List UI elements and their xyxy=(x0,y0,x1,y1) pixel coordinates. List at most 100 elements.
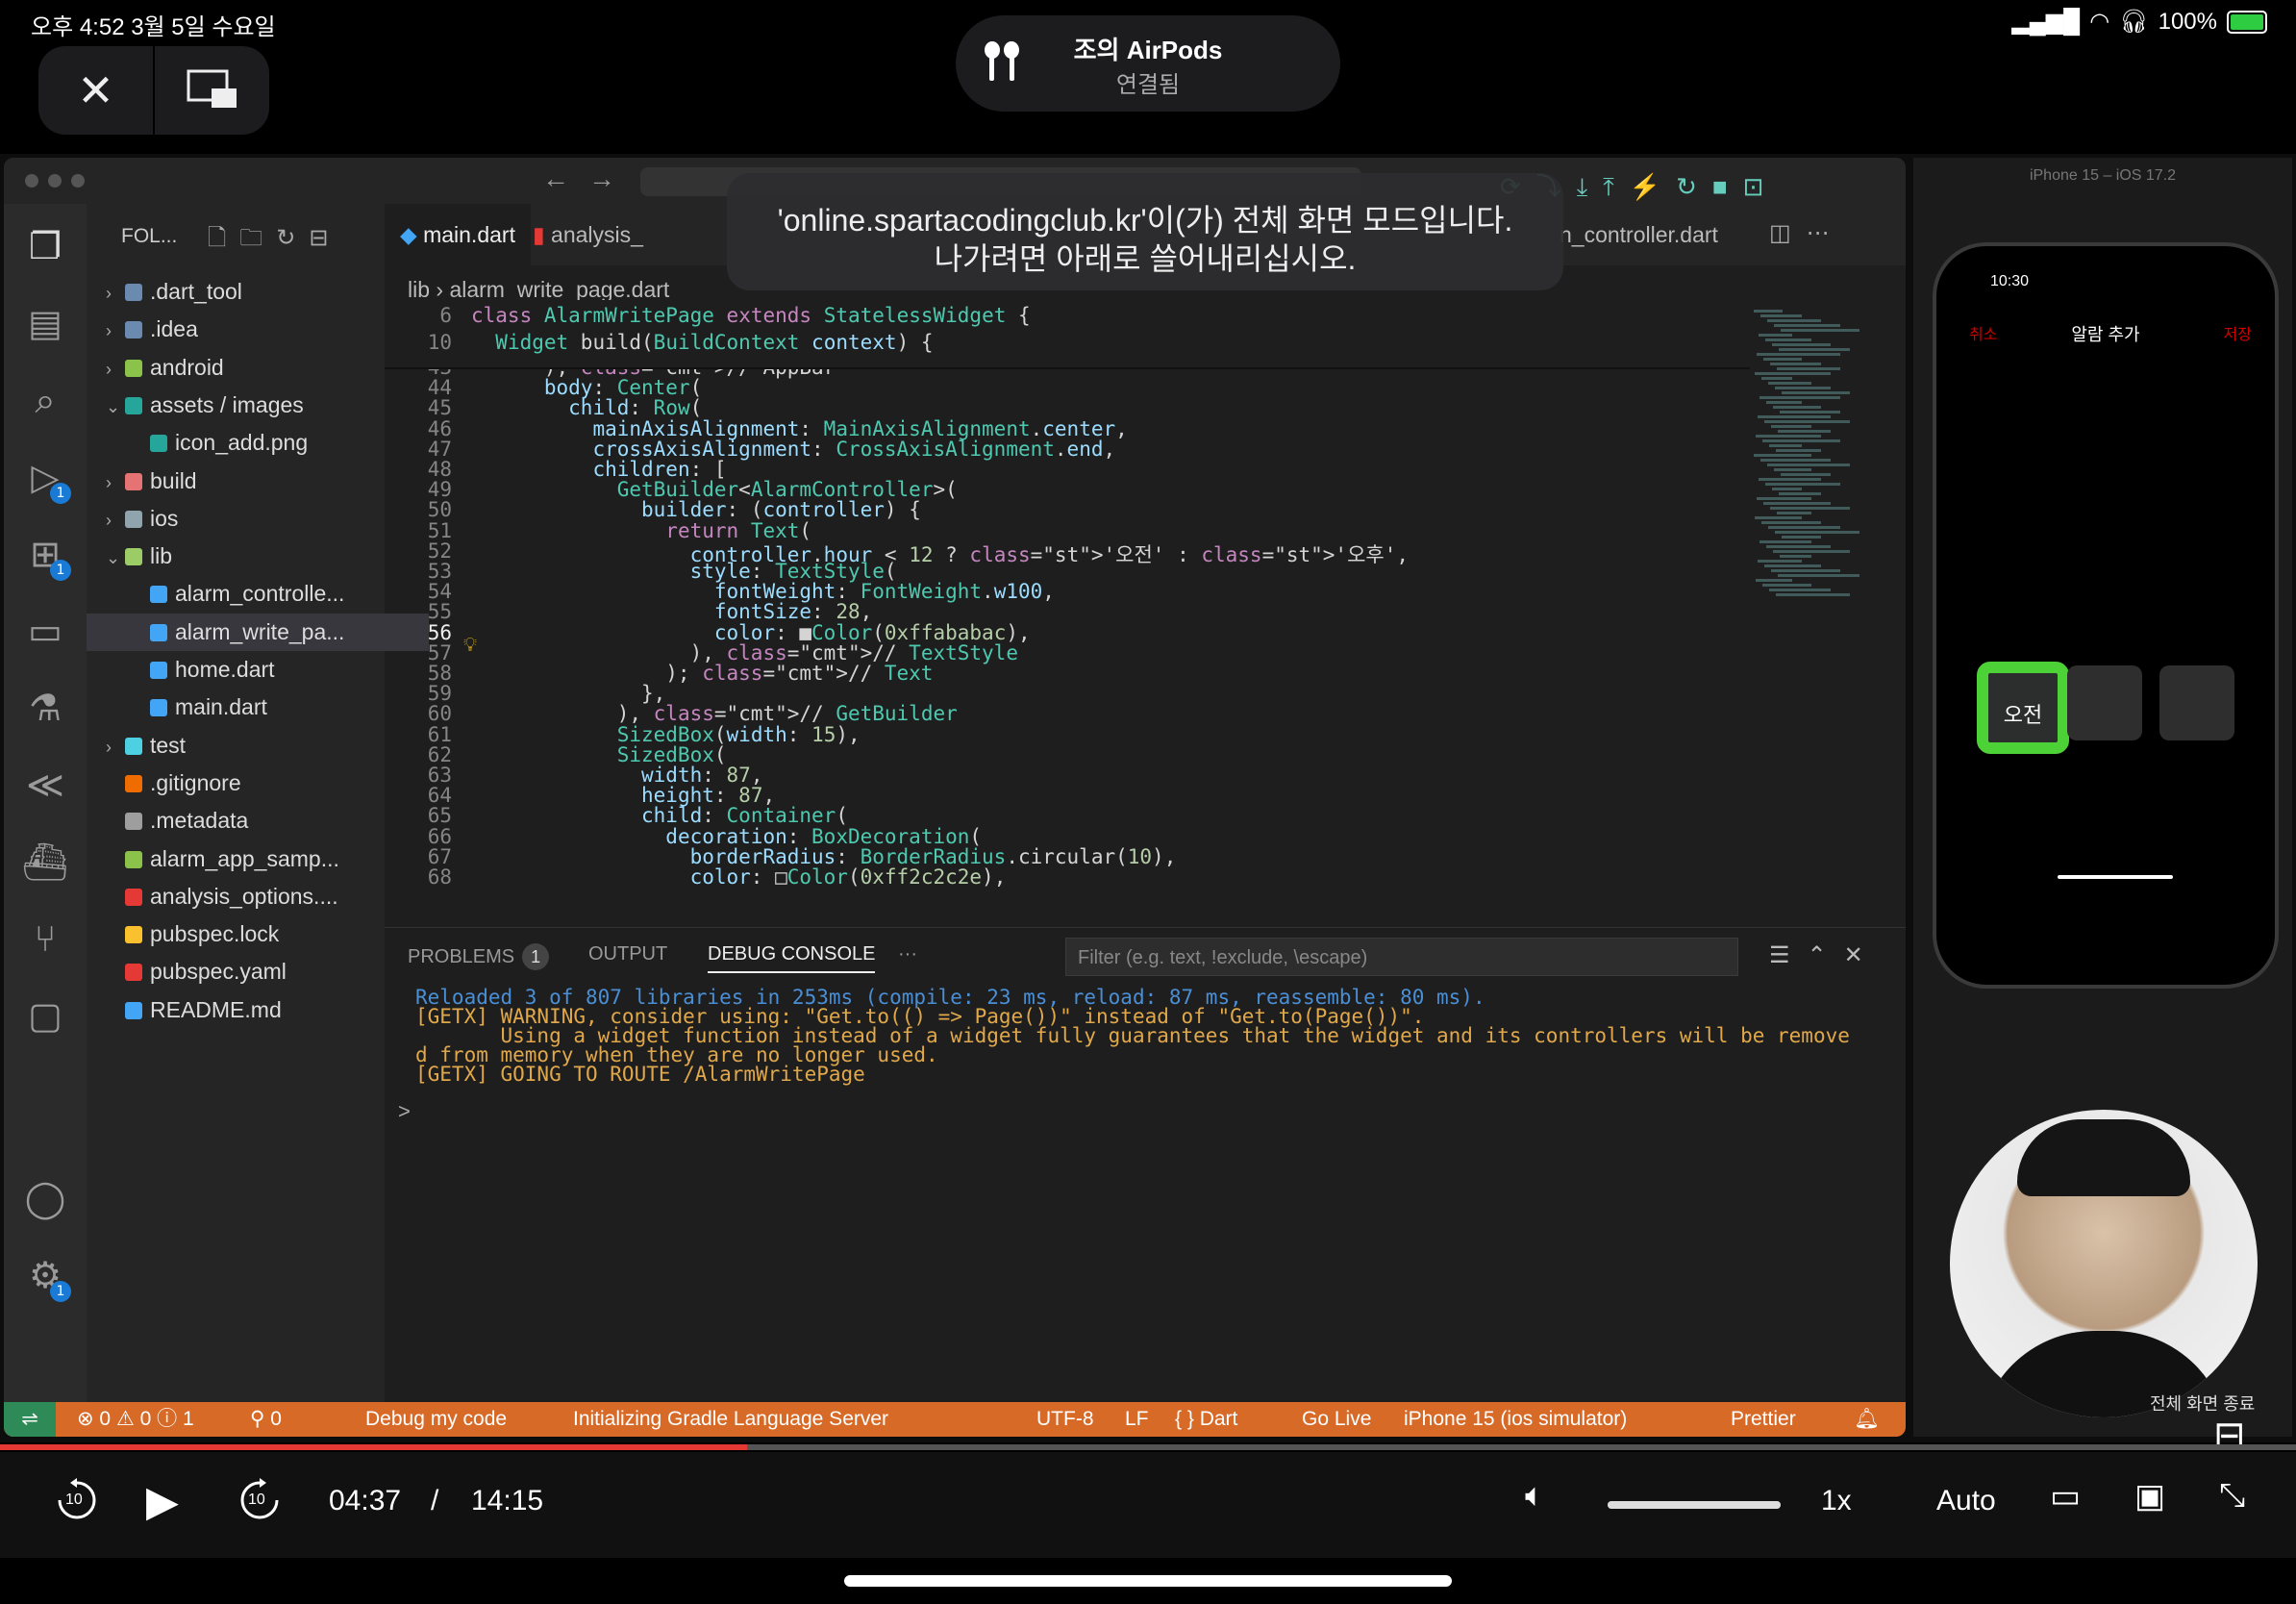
eol-status[interactable]: LF xyxy=(1125,1402,1149,1437)
volume-slider[interactable] xyxy=(1608,1501,1781,1509)
book-icon[interactable]: ▤ xyxy=(21,300,69,348)
notifications-icon[interactable]: 🔔︎ xyxy=(1854,1402,1880,1437)
tree-file[interactable]: icon_add.png xyxy=(87,424,429,462)
tree-folder[interactable]: ⌄ assets / images xyxy=(87,387,404,424)
tree-folder[interactable]: › .idea xyxy=(87,311,404,348)
theater-mode-icon[interactable]: ▣ xyxy=(2134,1477,2165,1516)
tree-file[interactable]: pubspec.lock xyxy=(87,915,404,953)
rewind-10-button[interactable]: 10 xyxy=(54,1477,100,1532)
testing-icon[interactable]: ⚗ xyxy=(21,685,69,733)
save-button[interactable]: 저장 xyxy=(2224,321,2252,344)
account-icon[interactable]: ◯ xyxy=(21,1175,69,1223)
minimap-line xyxy=(1768,526,1840,529)
tree-folder[interactable]: › .dart_tool xyxy=(87,273,404,311)
explorer-icon[interactable]: ❐ xyxy=(21,223,69,271)
tree-file[interactable]: alarm_app_samp... xyxy=(87,840,404,878)
time-separator: / xyxy=(431,1485,439,1516)
console-prompt[interactable]: > xyxy=(398,1099,411,1124)
panel-controls[interactable]: ☰⌃✕ xyxy=(1769,941,1881,969)
editor-actions[interactable]: ◫⋯ xyxy=(1769,219,1845,247)
quality-button[interactable]: Auto xyxy=(1936,1485,1996,1517)
golive-status[interactable]: Go Live xyxy=(1302,1402,1371,1437)
code-editor[interactable]: 43 ), class="cmt">// AppBar44 body: Cent… xyxy=(385,300,1906,915)
tree-file[interactable]: pubspec.yaml xyxy=(87,953,404,990)
task-status: Initializing Gradle Language Server xyxy=(573,1408,889,1430)
tree-folder[interactable]: › build xyxy=(87,463,404,500)
minimap-line xyxy=(1774,468,1811,471)
play-button[interactable]: ▶ xyxy=(146,1477,179,1526)
flutter-icon[interactable]: ≪ xyxy=(21,762,69,810)
minimap-line xyxy=(1771,569,1840,572)
tree-label: .metadata xyxy=(150,808,249,834)
tree-folder[interactable]: › ios xyxy=(87,500,404,538)
tree-file[interactable]: .gitignore xyxy=(87,764,404,802)
tab-main-dart[interactable]: ◆ main.dart xyxy=(385,204,531,265)
tree-file[interactable]: alarm_write_pa... xyxy=(87,613,429,651)
tree-folder[interactable]: › test xyxy=(87,727,404,764)
device-status[interactable]: iPhone 15 (ios simulator) xyxy=(1404,1402,1627,1437)
folder-icon xyxy=(125,359,142,377)
speed-button[interactable]: 1x xyxy=(1821,1485,1852,1517)
tree-label: build xyxy=(150,467,197,493)
encoding-status[interactable]: UTF-8 xyxy=(1036,1402,1094,1437)
debug-status[interactable]: Debug my code xyxy=(365,1402,507,1437)
minute-box[interactable] xyxy=(2159,665,2234,740)
minimap-line xyxy=(1769,444,1802,447)
tab-alarm-controller[interactable]: n_controller.dart xyxy=(1544,204,1734,265)
tree-file[interactable]: analysis_options.... xyxy=(87,878,404,915)
ampm-selector[interactable]: 오전 xyxy=(1977,662,2069,754)
forward-10-button[interactable]: 10 xyxy=(237,1477,283,1532)
sticky-code-line: Widget build(BuildContext context) { xyxy=(495,331,934,354)
settings-gear-icon[interactable]: ⚙ 1 xyxy=(21,1252,71,1302)
ports-status[interactable]: ⚲ 0 xyxy=(250,1402,282,1437)
run-debug-icon[interactable]: ▷ 1 xyxy=(21,454,71,504)
console-filter-input[interactable]: Filter (e.g. text, !exclude, \escape) xyxy=(1065,938,1738,976)
window-controls[interactable] xyxy=(25,174,94,192)
prettier-status[interactable]: Prettier xyxy=(1731,1402,1796,1437)
file-icon xyxy=(125,964,142,982)
hour-box[interactable] xyxy=(2067,665,2142,740)
minimap-line xyxy=(1768,382,1811,385)
video-frame[interactable]: ←→ ⟳⤵⤓⤒⚡↻■⊡ ❐ ▤ ⌕ ▷ 1 ⊞ 1 ▭ ⚗ ≪ ⛴ ⑂ ▢ ◯ ⚙ 1… xyxy=(0,154,2296,1457)
minimap[interactable] xyxy=(1754,310,1859,617)
tree-file[interactable]: .metadata xyxy=(87,802,404,840)
panel-more[interactable]: ··· xyxy=(898,943,917,965)
tree-label: .dart_tool xyxy=(150,279,242,304)
tab-debug-console[interactable]: DEBUG CONSOLE xyxy=(708,943,876,973)
explorer-panel: FOL... 🗋🗀↻⊟ › .dart_tool › .idea › android ⌄ as… xyxy=(87,204,429,1406)
lightbulb-icon[interactable]: 💡︎ xyxy=(463,635,477,657)
tree-file[interactable]: home.dart xyxy=(87,651,429,689)
picture-in-picture-icon[interactable] xyxy=(153,46,269,135)
subtitles-icon[interactable]: ▭ xyxy=(2050,1477,2081,1516)
tab-problems[interactable]: PROBLEMS 1 xyxy=(408,943,550,970)
source-control-icon[interactable]: ⑂ xyxy=(21,915,69,964)
simulator-title: iPhone 15 – iOS 17.2 xyxy=(2029,167,2177,184)
tree-file[interactable]: alarm_controlle... xyxy=(87,575,429,613)
tree-file[interactable]: README.md xyxy=(87,991,404,1029)
explorer-actions[interactable]: 🗋🗀↻⊟ xyxy=(208,221,342,261)
close-icon[interactable]: ✕ xyxy=(38,46,153,135)
remote-indicator[interactable]: ⇌ xyxy=(4,1402,56,1437)
video-progress-bar[interactable] xyxy=(0,1444,2296,1450)
phone-screen[interactable]: 10:30 취소 알람 추가 저장 오전 xyxy=(1933,242,2279,989)
tab-analysis[interactable]: ▮ analysis_ xyxy=(517,204,659,265)
docker-icon[interactable]: ⛴ xyxy=(21,839,69,887)
comments-icon[interactable]: ▢ xyxy=(21,992,69,1040)
tree-label: main.dart xyxy=(175,694,267,720)
nav-arrows[interactable]: ←→ xyxy=(542,163,635,194)
breadcrumb[interactable]: lib › alarm_write_page.dart xyxy=(408,277,669,303)
volume-icon[interactable]: 🔈︎ xyxy=(1525,1477,1544,1515)
tree-folder[interactable]: ⌄ lib xyxy=(87,538,404,575)
remote-explorer-icon[interactable]: ▭ xyxy=(21,608,69,656)
problems-status[interactable]: ⊗ 0 ⚠ 0 ⓘ 1 xyxy=(77,1402,194,1437)
minimap-line xyxy=(1766,401,1802,404)
tree-file[interactable]: main.dart xyxy=(87,689,429,726)
airpods-notification[interactable]: 조의 AirPods 연결됨 xyxy=(956,15,1340,112)
tab-output[interactable]: OUTPUT xyxy=(588,943,667,965)
extensions-icon[interactable]: ⊞ 1 xyxy=(21,531,71,581)
tree-folder[interactable]: › android xyxy=(87,349,404,387)
language-status[interactable]: { } Dart xyxy=(1175,1402,1237,1437)
file-icon xyxy=(125,813,142,831)
search-icon[interactable]: ⌕ xyxy=(21,377,69,425)
exit-fullscreen-icon[interactable]: ⤡ xyxy=(2219,1477,2245,1515)
